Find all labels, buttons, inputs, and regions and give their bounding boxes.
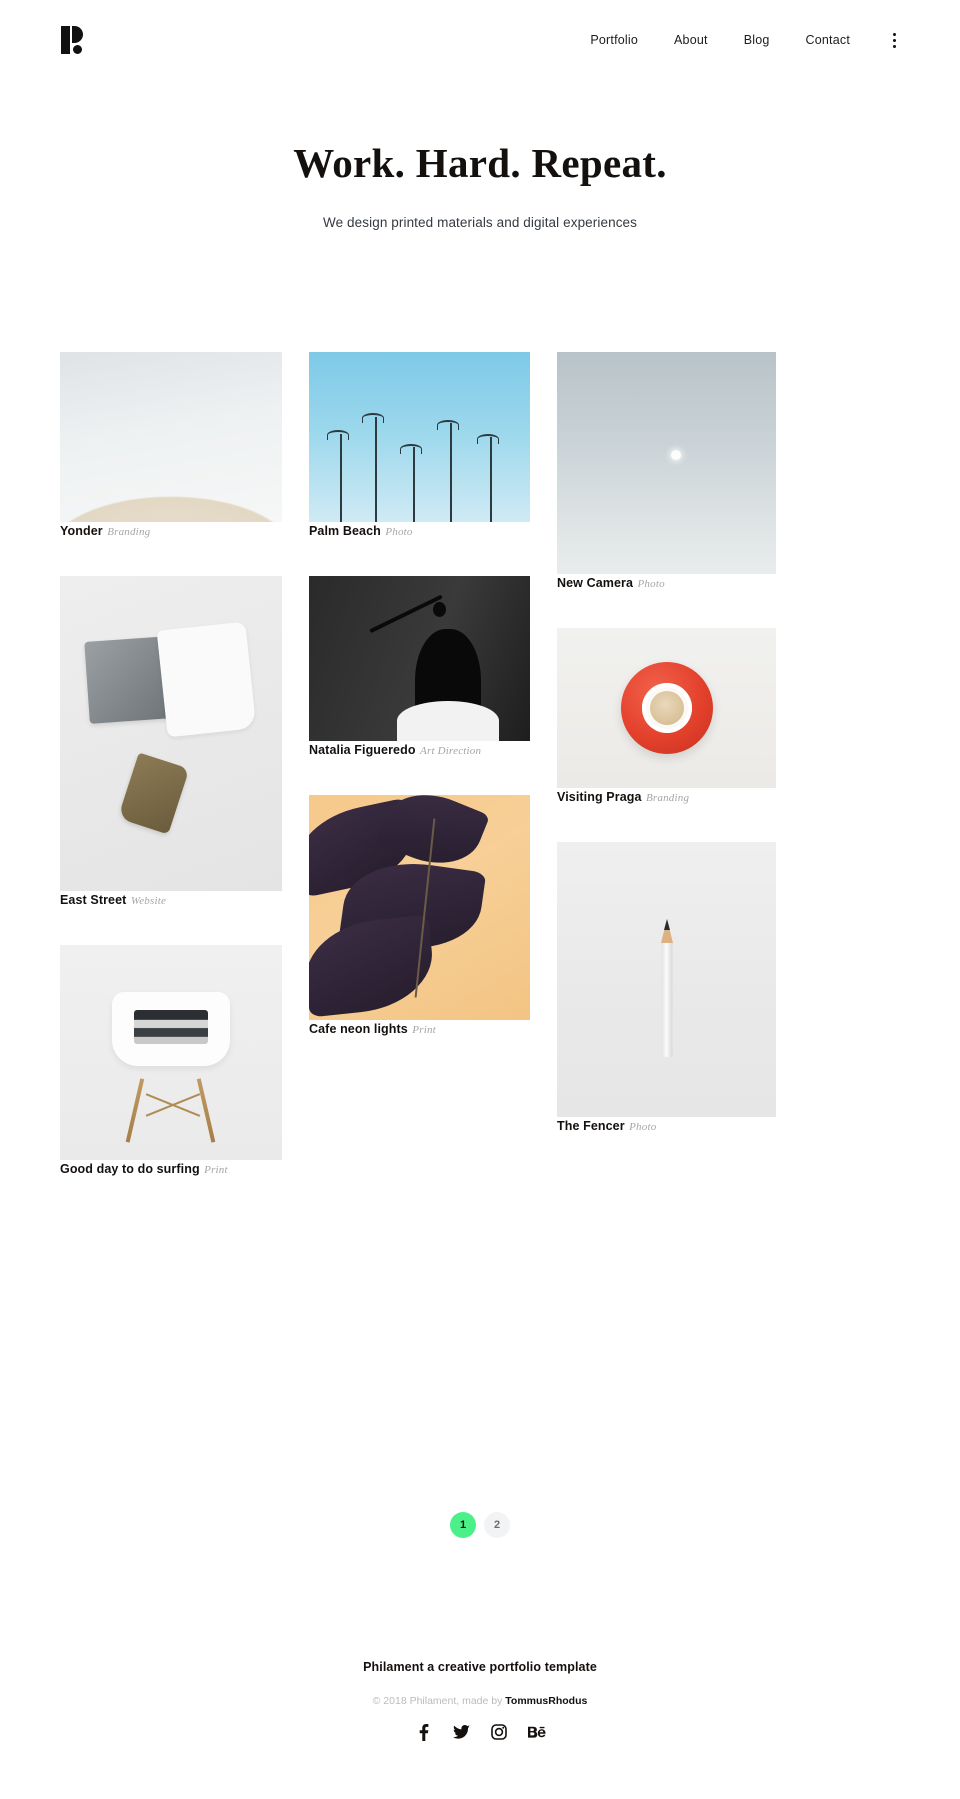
footer-title: Philament a creative portfolio template: [363, 1660, 597, 1674]
portfolio-item-title: Palm Beach: [309, 524, 381, 538]
chair-leg-shape: [197, 1078, 216, 1143]
portfolio-column-3: New Camera Photo Visiting Praga Branding: [557, 352, 776, 1171]
portfolio-item-title: East Street: [60, 893, 127, 907]
footer-copyright: © 2018 Philament, made by TommusRhodus: [0, 1695, 960, 1707]
instagram-icon[interactable]: [490, 1723, 508, 1741]
kebab-dot: [892, 38, 896, 42]
pencil-tip-shape: [663, 919, 670, 930]
portfolio-thumbnail: [60, 945, 282, 1160]
hero-subtitle: We design printed materials and digital …: [322, 215, 638, 231]
crema-shape: [649, 691, 684, 725]
dancer-arm-shape: [369, 595, 443, 634]
portfolio-thumbnail: [60, 352, 282, 522]
portfolio-thumbnail: [309, 576, 530, 741]
portfolio-thumbnail: [60, 576, 282, 891]
palm-trunk-shape: [490, 437, 493, 522]
portfolio-item-title: Yonder: [60, 524, 103, 538]
nav-item-portfolio[interactable]: Portfolio: [572, 34, 656, 47]
portfolio-item-title: Natalia Figueredo: [309, 743, 416, 757]
pagination-page-2[interactable]: 2: [484, 1512, 510, 1538]
dancer-skirt-shape: [397, 701, 500, 741]
nav-item-about[interactable]: About: [656, 34, 726, 47]
palm-frond-shape: [437, 420, 460, 430]
portfolio-item-visiting-praga[interactable]: Visiting Praga Branding: [557, 628, 776, 806]
portfolio-column-2: Palm Beach Photo Natalia Figueredo Art D…: [309, 352, 530, 1074]
chair-leg-shape: [126, 1078, 145, 1143]
portfolio-column-1: Yonder Branding East Street Website Good…: [60, 352, 282, 1214]
palm-trunk-shape: [450, 423, 453, 522]
palm-frond-shape: [326, 430, 349, 441]
kebab-dot: [892, 44, 896, 48]
portfolio-thumbnail: [557, 352, 776, 574]
portfolio-item-category: Print: [412, 1024, 436, 1036]
portfolio-thumbnail: [557, 628, 776, 788]
palm-frond-shape: [362, 413, 385, 424]
portfolio-item-title: Visiting Praga: [557, 790, 642, 804]
portfolio-thumbnail: [557, 842, 776, 1117]
palm-frond-shape: [476, 433, 499, 444]
portfolio-item-category: Photo: [637, 578, 665, 590]
portfolio-item-yonder[interactable]: Yonder Branding: [60, 352, 282, 540]
portfolio-item-category: Print: [204, 1164, 228, 1176]
footer-author: TommusRhodus: [505, 1695, 588, 1707]
pagination-page-1[interactable]: 1: [450, 1512, 476, 1538]
kebab-menu-icon[interactable]: [886, 30, 902, 50]
portfolio-item-category: Branding: [107, 526, 151, 538]
portfolio-item-category: Website: [130, 895, 167, 907]
portfolio-item-east-street[interactable]: East Street Website: [60, 576, 282, 909]
hero-section: Work. Hard. Repeat. We design printed ma…: [0, 140, 960, 230]
portfolio-item-palm-beach[interactable]: Palm Beach Photo: [309, 352, 530, 540]
portfolio-item-good-day-to-do-surfing[interactable]: Good day to do surfing Print: [60, 945, 282, 1178]
portfolio-item-category: Photo: [385, 526, 413, 538]
site-header: Portfolio About Blog Contact: [0, 0, 960, 80]
palm-trunk-shape: [375, 416, 378, 522]
palm-frond-shape: [399, 443, 422, 454]
portfolio-item-title: New Camera: [557, 576, 634, 590]
logo-dot-shape: [73, 45, 82, 54]
footer-copyright-text: © 2018 Philament, made by: [372, 1695, 506, 1707]
portfolio-item-natalia-figueredo[interactable]: Natalia Figueredo Art Direction: [309, 576, 530, 759]
portfolio-item-title: The Fencer: [557, 1119, 625, 1133]
portfolio-page: Portfolio About Blog Contact Work. Hard.…: [0, 0, 960, 1799]
nav-item-contact[interactable]: Contact: [788, 34, 868, 47]
pagination: 1 2: [0, 1512, 960, 1538]
portfolio-item-cafe-neon-lights[interactable]: Cafe neon lights Print: [309, 795, 530, 1038]
portfolio-item-title: Good day to do surfing: [60, 1162, 200, 1176]
kebab-dot: [892, 32, 896, 36]
portfolio-thumbnail: [309, 352, 530, 522]
main-navigation: Portfolio About Blog Contact: [572, 30, 902, 50]
folded-clothes-shape: [134, 1009, 208, 1044]
social-links: [0, 1723, 960, 1741]
twitter-icon[interactable]: [452, 1723, 470, 1741]
portfolio-item-new-camera[interactable]: New Camera Photo: [557, 352, 776, 592]
behance-icon[interactable]: [528, 1723, 546, 1741]
palm-trunk-shape: [412, 447, 415, 522]
portfolio-grid: Yonder Branding East Street Website Good…: [60, 352, 900, 1214]
site-footer: Philament a creative portfolio template …: [0, 1660, 960, 1741]
facebook-icon[interactable]: [414, 1723, 432, 1741]
logo-bar-shape: [61, 26, 70, 54]
portfolio-item-category: Art Direction: [420, 745, 482, 757]
logo-bowl-shape: [72, 26, 83, 43]
pencil-body-shape: [661, 941, 672, 1057]
shirt-shape: [156, 622, 257, 738]
portfolio-item-category: Photo: [629, 1121, 657, 1133]
moon-shape: [670, 449, 681, 460]
palm-trunk-shape: [339, 433, 342, 522]
dancer-head-shape: [432, 602, 446, 618]
portfolio-thumbnail: [309, 795, 530, 1020]
site-logo[interactable]: [58, 23, 92, 57]
page-title: Work. Hard. Repeat.: [293, 140, 667, 186]
portfolio-item-the-fencer[interactable]: The Fencer Photo: [557, 842, 776, 1135]
nav-item-blog[interactable]: Blog: [726, 34, 788, 47]
boot-shape: [117, 752, 190, 835]
portfolio-item-title: Cafe neon lights: [309, 1022, 408, 1036]
portfolio-item-category: Branding: [645, 792, 690, 804]
